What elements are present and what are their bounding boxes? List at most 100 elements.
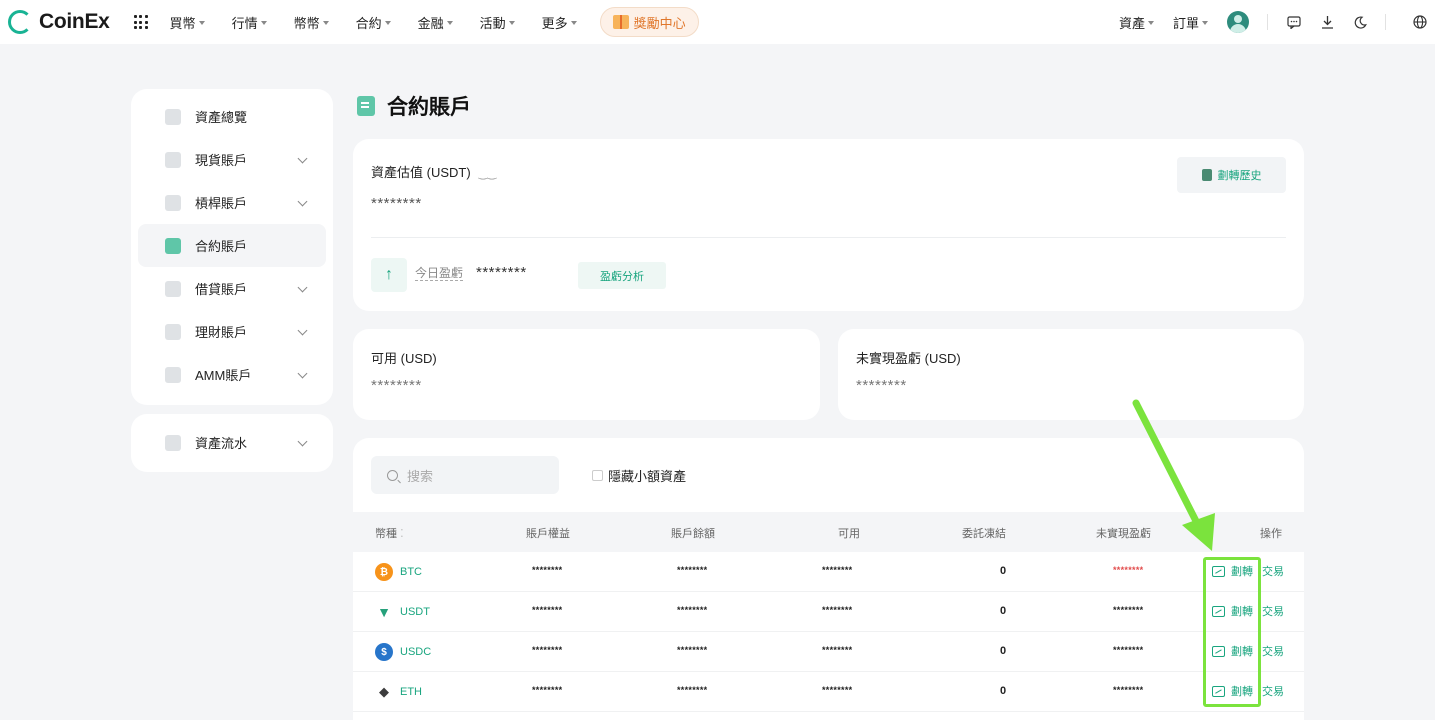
ledger-icon (165, 434, 181, 451)
table-row: $ USDC ******** ******** ******** 0 *****… (353, 632, 1304, 672)
nav-activities[interactable]: 活動 (480, 13, 515, 32)
sidebar-item-ledger[interactable]: 資產流水 (138, 421, 326, 464)
unrealized-cell: ******** (1113, 645, 1144, 655)
top-navbar: CoinEx 買幣 行情 幣幣 合約 金融 活動 更多 獎勵中心 資產 訂單 (0, 0, 1435, 44)
caret-down-icon (446, 20, 453, 25)
today-pnl-label[interactable]: 今日盈虧 (415, 266, 464, 281)
estimate-label: 資產估值 (USDT) ‿‿ (371, 165, 497, 180)
ledger-sidebar: 資產流水 (131, 414, 333, 472)
caret-down-icon (1147, 20, 1154, 25)
caret-down-icon (570, 20, 577, 25)
sidebar-item-futures[interactable]: 合約賬戶 (138, 224, 326, 267)
row-actions: 劃轉 交易 (1212, 563, 1284, 579)
transfer-link[interactable]: 劃轉 (1231, 683, 1253, 699)
frozen-cell: 0 (1000, 645, 1007, 657)
assets-menu[interactable]: 資產 (1119, 13, 1154, 32)
futures-account-icon (357, 96, 375, 116)
nav-spot[interactable]: 幣幣 (294, 13, 329, 32)
caret-down-icon (508, 20, 515, 25)
avatar[interactable] (1227, 11, 1249, 33)
futures-icon (165, 237, 181, 254)
coin-btc[interactable]: ₿ BTC (375, 563, 422, 581)
equity-cell: ******** (532, 565, 563, 575)
chevron-down-icon (297, 282, 308, 293)
document-icon (1201, 169, 1212, 181)
balance-cell: ******** (677, 605, 708, 615)
loan-icon (165, 280, 181, 297)
transfer-link[interactable]: 劃轉 (1231, 563, 1253, 579)
transfer-icon (1212, 605, 1225, 617)
equity-cell: ******** (532, 685, 563, 695)
transfer-icon (1212, 685, 1225, 697)
transfer-icon (1212, 645, 1225, 657)
sidebar-item-loan[interactable]: 借貸賬戶 (138, 267, 326, 310)
divider (1385, 14, 1386, 30)
nav-buy-crypto[interactable]: 買幣 (170, 13, 205, 32)
usdc-icon: $ (375, 643, 393, 661)
search-input[interactable]: 搜索 (371, 456, 559, 494)
balance-cell: ******** (677, 685, 708, 695)
coinex-logo-icon (8, 10, 32, 34)
available-value: ******** (371, 377, 422, 394)
transfer-link[interactable]: 劃轉 (1231, 603, 1253, 619)
coinex-logo[interactable]: CoinEx (8, 10, 110, 34)
download-icon[interactable] (1319, 14, 1335, 30)
sidebar-item-margin[interactable]: 槓桿賬戶 (138, 181, 326, 224)
sidebar-item-amm[interactable]: AMM賬戶 (138, 353, 326, 396)
available-label: 可用 (USD) (371, 351, 437, 366)
sidebar-item-overview[interactable]: 資產總覽 (138, 95, 326, 138)
sidebar-item-finance[interactable]: 理財賬戶 (138, 310, 326, 353)
col-balance: 賬戶餘額 (671, 528, 715, 540)
overview-icon (165, 108, 181, 125)
margin-icon (165, 194, 181, 211)
frozen-cell: 0 (1000, 565, 1007, 577)
row-actions: 劃轉 交易 (1212, 603, 1284, 619)
unrealized-pnl-card: 未實現盈虧 (USD) ******** (838, 329, 1304, 420)
table-row: ◆ ETH ******** ******** ******** 0 ******… (353, 672, 1304, 712)
nav-more[interactable]: 更多 (542, 13, 577, 32)
col-coin[interactable]: 幣種 ⁚ (375, 525, 404, 541)
transfer-history-button[interactable]: 劃轉歷史 (1177, 157, 1286, 193)
trade-link[interactable]: 交易 (1262, 683, 1284, 699)
today-pnl-value: ******** (476, 264, 527, 281)
unrealized-cell: ******** (1113, 565, 1144, 575)
col-actions: 操作 (1260, 528, 1282, 540)
trade-link[interactable]: 交易 (1262, 563, 1284, 579)
coin-eth[interactable]: ◆ ETH (375, 683, 422, 701)
balance-cell: ******** (677, 565, 708, 575)
equity-cell: ******** (532, 645, 563, 655)
reward-center-button[interactable]: 獎勵中心 (599, 7, 699, 37)
trade-link[interactable]: 交易 (1262, 643, 1284, 659)
coin-usdt[interactable]: ▼ USDT (375, 603, 430, 621)
tether-icon: ▼ (375, 603, 393, 621)
brand-name: CoinEx (39, 10, 110, 33)
row-actions: 劃轉 交易 (1212, 643, 1284, 659)
checkbox[interactable] (592, 470, 603, 481)
trade-link[interactable]: 交易 (1262, 603, 1284, 619)
chat-icon[interactable] (1286, 14, 1302, 30)
hide-small-assets-toggle[interactable]: 隱藏小額資產 (592, 466, 686, 485)
frozen-cell: 0 (1000, 685, 1007, 697)
moon-icon[interactable] (1352, 14, 1368, 30)
right-nav: 資產 訂單 (1119, 0, 1435, 44)
row-actions: 劃轉 交易 (1212, 683, 1284, 699)
available-card: 可用 (USD) ******** (353, 329, 820, 420)
unrealized-label: 未實現盈虧 (USD) (856, 351, 961, 366)
col-frozen: 委託凍結 (962, 528, 1006, 540)
nav-futures[interactable]: 合約 (356, 13, 391, 32)
eye-closed-icon[interactable]: ‿‿ (479, 167, 497, 180)
divider (1267, 14, 1268, 30)
chevron-down-icon (297, 368, 308, 379)
arrow-up-icon: ↑ (371, 258, 407, 292)
globe-icon[interactable] (1404, 14, 1435, 30)
pnl-analysis-button[interactable]: 盈虧分析 (578, 262, 666, 289)
coin-usdc[interactable]: $ USDC (375, 643, 431, 661)
nav-markets[interactable]: 行情 (232, 13, 267, 32)
orders-menu[interactable]: 訂單 (1173, 13, 1208, 32)
apps-grid-icon[interactable] (133, 15, 148, 29)
caret-down-icon (198, 20, 205, 25)
transfer-link[interactable]: 劃轉 (1231, 643, 1253, 659)
table-row: ▼ USDT ******** ******** ******** 0 *****… (353, 592, 1304, 632)
nav-finance[interactable]: 金融 (418, 13, 453, 32)
sidebar-item-spot[interactable]: 現貨賬戶 (138, 138, 326, 181)
